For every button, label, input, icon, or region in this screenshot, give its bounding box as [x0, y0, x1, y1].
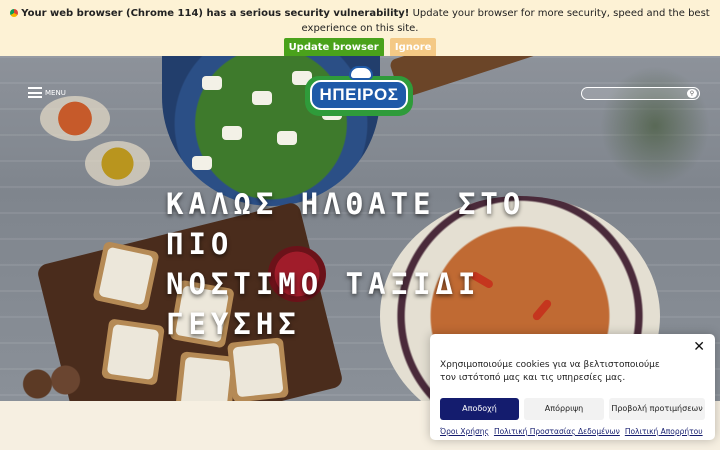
- browser-update-bar: Your web browser (Chrome 114) has a seri…: [0, 0, 720, 57]
- deny-cookies-button[interactable]: Απόρριψη: [524, 398, 604, 420]
- update-warning: Your web browser (Chrome 114) has a seri…: [21, 8, 410, 19]
- terms-link[interactable]: Όροι Χρήσης: [440, 427, 489, 436]
- search-icon[interactable]: ⚲: [687, 89, 697, 98]
- hero-headline-line-1: ΚΑΛΩΣ ΗΛΘΑΤΕ ΣΤΟ ΠΙΟ: [166, 187, 526, 261]
- cookie-consent-dialog: ✕ Χρησιμοποιούμε cookies για να βελτιστο…: [430, 334, 715, 440]
- chrome-icon: [10, 9, 19, 17]
- cookie-message: Χρησιμοποιούμε cookies για να βελτιστοπο…: [440, 360, 660, 383]
- wooden-spoon-image: [388, 56, 592, 100]
- walnuts-image: [20, 364, 90, 401]
- olive-oil-image: [85, 141, 150, 186]
- hero-headline: ΚΑΛΩΣ ΗΛΘΑΤΕ ΣΤΟ ΠΙΟ ΝΟΣΤΙΜΟ ΤΑΞΙΔΙ ΓΕΥΣ…: [166, 184, 586, 344]
- logo-text: ΗΠΕΙΡΟΣ: [310, 80, 408, 110]
- oil-bottle-image: [40, 96, 110, 141]
- hamburger-icon: [28, 87, 42, 98]
- toast-image: [101, 318, 165, 386]
- data-protection-link[interactable]: Πολιτική Προστασίας Δεδομένων: [494, 427, 620, 436]
- ignore-button[interactable]: Ignore: [389, 38, 437, 57]
- menu-label: MENU: [45, 88, 66, 97]
- privacy-policy-link[interactable]: Πολιτική Απορρήτου: [625, 427, 703, 436]
- hero-headline-line-2: ΝΟΣΤΙΜΟ ΤΑΞΙΔΙ ΓΕΥΣΗΣ: [166, 267, 481, 341]
- update-browser-button[interactable]: Update browser: [283, 38, 384, 57]
- menu-button[interactable]: MENU: [28, 87, 66, 98]
- thyme-image: [600, 66, 710, 186]
- search-input[interactable]: ⚲: [581, 87, 700, 100]
- toast-image: [227, 337, 289, 401]
- view-preferences-button[interactable]: Προβολή προτιμήσεων: [609, 398, 705, 420]
- update-message: Your web browser (Chrome 114) has a seri…: [0, 6, 720, 36]
- close-icon[interactable]: ✕: [693, 340, 705, 354]
- accept-cookies-button[interactable]: Αποδοχή: [440, 398, 519, 420]
- site-logo[interactable]: ΗΠΕΙΡΟΣ: [305, 66, 413, 116]
- sheep-icon: [349, 66, 373, 80]
